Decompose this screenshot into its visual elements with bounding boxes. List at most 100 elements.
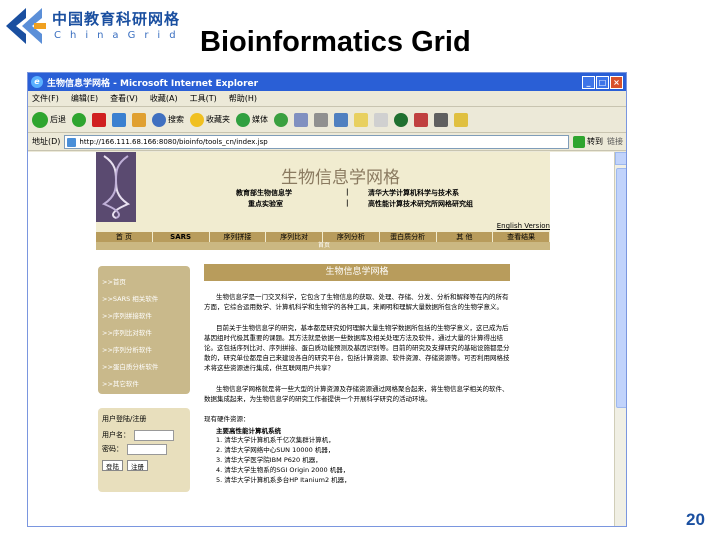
leftnav-protein[interactable]: >>蛋白质分析软件 <box>102 359 186 376</box>
print-icon[interactable] <box>314 112 328 127</box>
folder-icon[interactable] <box>354 112 368 127</box>
book-icon[interactable] <box>434 112 448 127</box>
scroll-thumb[interactable] <box>616 168 626 408</box>
leftnav-alignment[interactable]: >>序列比对软件 <box>102 325 186 342</box>
extra-icon[interactable] <box>454 112 468 127</box>
resource-item: 4. 清华大学生物系的SGI Origin 2000 机器， <box>216 466 350 474</box>
separator: | <box>346 199 349 207</box>
logo-chinese-text: 中国教育科研网格 <box>52 10 181 28</box>
forward-arrow-icon[interactable] <box>72 112 86 127</box>
chinagrid-logo-icon <box>6 8 46 44</box>
browser-menubar: 文件(F) 编辑(E) 查看(V) 收藏(A) 工具(T) 帮助(H) <box>28 91 626 107</box>
messenger-icon[interactable] <box>394 112 408 127</box>
org-left: 教育部生物信息学 重点实验室 <box>236 189 292 208</box>
english-version-link[interactable]: English Version <box>497 222 550 230</box>
slide: 中国教育科研网格 ChinaGrid Bioinformatics Grid e… <box>0 0 720 540</box>
tool-icon[interactable] <box>414 112 428 127</box>
nav-other[interactable]: 其 他 <box>437 232 494 242</box>
menu-help[interactable]: 帮助(H) <box>229 93 257 104</box>
browser-window: e 生物信息学网格 - Microsoft Internet Explorer … <box>27 72 627 527</box>
resource-item: 5. 清华大学计算机系多台HP Itanium2 机器， <box>216 476 351 484</box>
paragraph: 目前关于生物信息学的研究，基本都是研究如何理解大量生物学数据所包括的生物学意义，… <box>204 324 510 372</box>
menu-favorites[interactable]: 收藏(A) <box>150 93 178 104</box>
bioinfo-site: 生物信息学网格 教育部生物信息学 重点实验室 | | 清华大学计算机科学与技术系… <box>96 152 550 526</box>
go-arrow-icon <box>573 135 585 148</box>
maximize-button[interactable]: □ <box>596 75 609 89</box>
register-button[interactable]: 注册 <box>127 460 148 471</box>
nav-home[interactable]: 首 页 <box>96 232 153 242</box>
username-input[interactable] <box>134 429 174 441</box>
chinagrid-logo: 中国教育科研网格 ChinaGrid <box>4 4 204 48</box>
page-number: 20 <box>686 510 705 529</box>
site-navbar: 首 页 SARS 序列拼接 序列比对 序列分析 蛋白质分析 其 他 查看结果 <box>96 232 550 242</box>
resource-item: 1. 清华大学计算机系千亿次集群计算机， <box>216 436 335 444</box>
close-button[interactable]: × <box>610 75 623 89</box>
main-content: 生物信息学网格 生物信息学是一门交叉科学，它包含了生物信息的获取、处理、存储、分… <box>204 264 510 485</box>
leftnav-analysis[interactable]: >>序列分析软件 <box>102 342 186 359</box>
menu-tools[interactable]: 工具(T) <box>190 93 217 104</box>
back-button[interactable]: 后退 <box>32 111 66 128</box>
nav-protein[interactable]: 蛋白质分析 <box>380 232 437 242</box>
logo-english-text: ChinaGrid <box>54 30 185 41</box>
resources-label: 现有硬件资源： <box>204 415 250 423</box>
password-label: 密码： <box>102 445 123 453</box>
login-title: 用户登陆/注册 <box>102 415 147 423</box>
login-button[interactable]: 登陆 <box>102 460 123 471</box>
ie-logo-icon: e <box>31 76 43 88</box>
search-icon <box>152 112 166 127</box>
back-arrow-icon <box>32 111 48 128</box>
nav-sars[interactable]: SARS <box>153 232 210 242</box>
leftnav-assembly[interactable]: >>序列拼接软件 <box>102 308 186 325</box>
stop-icon[interactable] <box>92 112 106 127</box>
leftnav-other[interactable]: >>其它软件 <box>102 376 186 393</box>
refresh-icon[interactable] <box>112 112 126 127</box>
address-input[interactable]: http://166.111.68.166:8080/bioinfo/tools… <box>64 134 569 149</box>
home-icon[interactable] <box>132 112 146 127</box>
media-icon <box>236 112 250 127</box>
nav-alignment[interactable]: 序列比对 <box>266 232 323 242</box>
resource-item: 3. 清华大学医学院IBM P620 机器， <box>216 456 322 464</box>
nav-assembly[interactable]: 序列拼接 <box>210 232 267 242</box>
org-right: 清华大学计算机科学与技术系 高性能计算技术研究所网格研究组 <box>368 189 473 208</box>
window-title: 生物信息学网格 - Microsoft Internet Explorer <box>47 78 259 89</box>
go-button[interactable]: 转到 <box>573 135 603 148</box>
leftnav-home[interactable]: >>首页 <box>102 274 186 291</box>
favorites-button[interactable]: 收藏夹 <box>190 112 230 127</box>
star-icon <box>190 112 204 127</box>
resource-item: 2. 清华大学网络中心SUN 10000 机器， <box>216 446 335 454</box>
browser-titlebar: e 生物信息学网格 - Microsoft Internet Explorer … <box>28 73 626 91</box>
nav-breadcrumb: 首页 <box>96 242 550 250</box>
menu-view[interactable]: 查看(V) <box>110 93 138 104</box>
login-panel: 用户登陆/注册 用户名： 密码： 登陆 注册 <box>98 408 190 492</box>
minimize-button[interactable]: _ <box>582 75 595 89</box>
address-url: http://166.111.68.166:8080/bioinfo/tools… <box>79 137 268 146</box>
page-icon <box>67 137 77 147</box>
paragraph: 生物信息学是一门交叉科学，它包含了生物信息的获取、处理、存储、分发、分析和解释等… <box>204 293 509 311</box>
left-nav: >>首页 >>SARS 相关软件 >>序列拼接软件 >>序列比对软件 >>序列分… <box>98 266 190 394</box>
vertical-scrollbar[interactable] <box>614 152 626 526</box>
browser-viewport: 生物信息学网格 教育部生物信息学 重点实验室 | | 清华大学计算机科学与技术系… <box>28 152 614 526</box>
slide-title: Bioinformatics Grid <box>200 26 471 58</box>
username-label: 用户名： <box>102 431 130 439</box>
media-button[interactable]: 媒体 <box>236 112 268 127</box>
nav-analysis[interactable]: 序列分析 <box>323 232 380 242</box>
separator: | <box>346 188 349 196</box>
password-input[interactable] <box>127 443 167 455</box>
search-button[interactable]: 搜索 <box>152 112 184 127</box>
menu-file[interactable]: 文件(F) <box>32 93 59 104</box>
scroll-up-arrow-icon[interactable] <box>615 152 626 165</box>
nav-results[interactable]: 查看结果 <box>493 232 550 242</box>
site-title: 生物信息学网格 <box>281 168 400 188</box>
history-icon[interactable] <box>274 112 288 127</box>
browser-toolbar: 后退 搜索 收藏夹 媒体 <box>28 107 626 133</box>
paragraph: 生物信息学网格就是将一些大型的计算资源及存储资源通过网格聚合起来，将生物信息学相… <box>204 385 509 403</box>
menu-edit[interactable]: 编辑(E) <box>71 93 98 104</box>
dna-helix-image <box>96 152 136 222</box>
mail-icon[interactable] <box>294 112 308 127</box>
links-button[interactable]: 链接 <box>607 136 623 147</box>
resources-title: 主要高性能计算机系统 <box>216 427 281 435</box>
leftnav-sars[interactable]: >>SARS 相关软件 <box>102 291 186 308</box>
address-label: 地址(D) <box>32 137 61 146</box>
notepad-icon[interactable] <box>374 112 388 127</box>
edit-icon[interactable] <box>334 112 348 127</box>
